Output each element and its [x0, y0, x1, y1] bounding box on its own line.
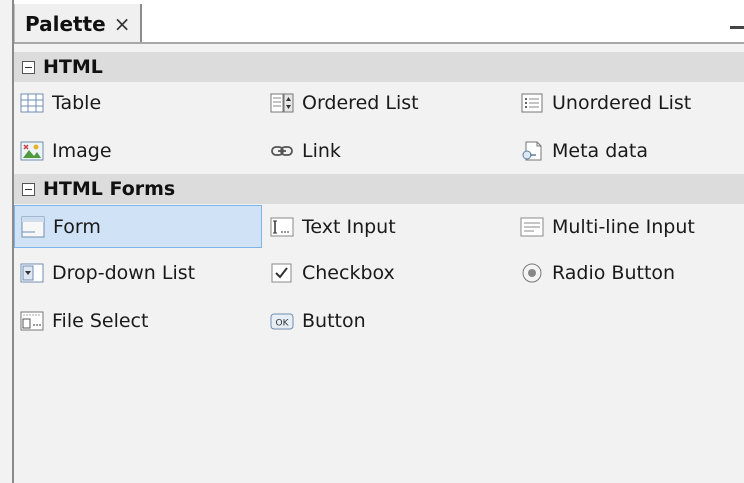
- image-icon: [20, 140, 44, 162]
- item-label: Drop-down List: [52, 262, 196, 284]
- item-label: Form: [53, 215, 101, 238]
- palette-item-meta-data[interactable]: Meta data: [514, 132, 744, 170]
- palette-item-multi-line-input[interactable]: Multi-line Input: [514, 208, 744, 246]
- item-label: Link: [302, 140, 341, 162]
- palette-item-link[interactable]: Link: [264, 132, 512, 170]
- text-input-icon: [270, 216, 294, 238]
- tab-bar: Palette ×: [14, 0, 744, 44]
- close-icon[interactable]: ×: [114, 12, 131, 36]
- category-html-forms-label: HTML Forms: [43, 178, 176, 200]
- palette-item-image[interactable]: Image: [14, 132, 262, 170]
- checkbox-icon: [270, 262, 294, 284]
- palette-item-file-select[interactable]: File Select: [14, 302, 262, 340]
- item-label: Button: [302, 310, 366, 332]
- item-label: Radio Button: [552, 262, 676, 284]
- tab-palette-label: Palette: [25, 12, 106, 36]
- item-label: Ordered List: [302, 92, 419, 114]
- palette-item-table[interactable]: Table: [14, 84, 262, 122]
- table-icon: [20, 92, 44, 114]
- item-label: Image: [52, 140, 112, 162]
- button-icon: OK: [270, 310, 294, 332]
- palette-window: Palette × HTML Table Ordered List Unorde…: [0, 0, 744, 483]
- item-label: Meta data: [552, 140, 649, 162]
- palette-item-button[interactable]: OK Button: [264, 302, 512, 340]
- palette-content: HTML Table Ordered List Unordered List I…: [14, 44, 744, 483]
- category-html-forms[interactable]: HTML Forms: [14, 174, 744, 204]
- item-label: Table: [52, 92, 102, 114]
- minimize-icon[interactable]: [730, 26, 744, 29]
- radio-button-icon: [520, 262, 544, 284]
- item-label: File Select: [52, 310, 149, 332]
- palette-item-text-input[interactable]: Text Input: [264, 208, 512, 246]
- file-select-icon: [20, 310, 44, 332]
- palette-item-drop-down-list[interactable]: Drop-down List: [14, 254, 262, 292]
- palette-item-radio-button[interactable]: Radio Button: [514, 254, 744, 292]
- palette-item-checkbox[interactable]: Checkbox: [264, 254, 512, 292]
- palette-item-unordered-list[interactable]: Unordered List: [514, 84, 744, 122]
- link-icon: [270, 140, 294, 162]
- multi-line-input-icon: [520, 216, 544, 238]
- category-html[interactable]: HTML: [14, 52, 744, 82]
- item-label: Text Input: [302, 216, 396, 238]
- form-icon: [21, 216, 45, 238]
- item-label: Multi-line Input: [552, 216, 695, 238]
- drop-down-list-icon: [20, 262, 44, 284]
- category-html-label: HTML: [43, 56, 103, 78]
- collapse-icon[interactable]: [22, 60, 35, 74]
- meta-data-icon: [520, 140, 544, 162]
- ordered-list-icon: [270, 92, 294, 114]
- palette-item-ordered-list[interactable]: Ordered List: [264, 84, 512, 122]
- tab-palette[interactable]: Palette ×: [14, 4, 142, 44]
- collapse-icon[interactable]: [22, 182, 35, 196]
- unordered-list-icon: [520, 92, 544, 114]
- palette-item-form[interactable]: Form: [14, 205, 262, 248]
- svg-text:OK: OK: [276, 319, 290, 329]
- item-label: Checkbox: [302, 262, 395, 284]
- item-label: Unordered List: [552, 92, 692, 114]
